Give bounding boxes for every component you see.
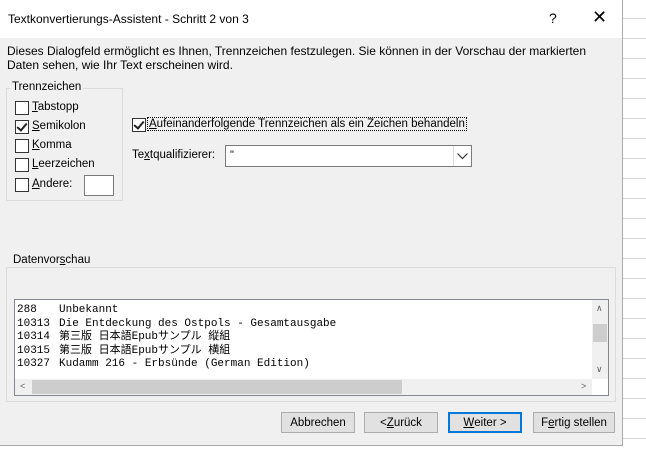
comma-label[interactable]: Komma	[32, 139, 72, 151]
semicolon-checkbox[interactable]	[15, 120, 29, 134]
consecutive-delimiters-label[interactable]: Aufeinanderfolgende Trennzeichen als ein…	[147, 117, 467, 131]
spreadsheet-background	[622, 0, 646, 457]
text-qualifier-select[interactable]: "	[225, 145, 472, 167]
horizontal-scrollbar[interactable]: < >	[15, 379, 592, 395]
space-label[interactable]: Leerzeichen	[32, 158, 95, 170]
semicolon-label[interactable]: Semikolon	[32, 120, 86, 132]
other-label[interactable]: Andere:	[32, 178, 72, 190]
tab-checkbox[interactable]	[15, 101, 29, 115]
preview-row: 10314 第三版 日本語Epubサンプル 縦組	[17, 331, 231, 344]
data-preview-box[interactable]: 288 Unbekannt 10313 Die Entdeckung des Ost…	[14, 299, 609, 396]
other-delimiter-input[interactable]	[84, 175, 114, 196]
next-button[interactable]: Weiter >	[448, 412, 522, 433]
delimiters-group-label: Trennzeichen	[10, 81, 84, 93]
preview-rows: 288 Unbekannt 10313 Die Entdeckung des Ost…	[17, 304, 336, 372]
data-preview-group-label: Datenvorschau	[11, 254, 93, 266]
title-bar[interactable]: Textkonvertierungs-Assistent - Schritt 2…	[0, 0, 622, 38]
cancel-button[interactable]: Abbrechen	[281, 412, 355, 433]
space-checkbox[interactable]	[15, 158, 29, 172]
text-qualifier-label: Textqualifizierer:	[132, 149, 216, 161]
consecutive-delimiters-checkbox[interactable]	[132, 118, 146, 132]
scroll-left-icon[interactable]: <	[20, 381, 25, 391]
preview-row: 288 Unbekannt	[17, 304, 119, 316]
text-import-wizard-dialog: Textkonvertierungs-Assistent - Schritt 2…	[0, 0, 623, 446]
back-button[interactable]: < Zurück	[364, 412, 438, 433]
preview-row: 10327 Kudamm 216 - Erbsünde (German Editi…	[17, 358, 310, 371]
scroll-up-icon[interactable]: ∧	[596, 303, 603, 314]
scroll-right-icon[interactable]: >	[581, 381, 586, 391]
vertical-scrollbar[interactable]: ∧ ∨	[592, 300, 608, 379]
finish-button[interactable]: Fe rtig stellen	[533, 412, 615, 433]
vertical-scroll-thumb[interactable]	[593, 324, 607, 342]
chevron-down-icon[interactable]	[453, 146, 471, 166]
close-icon[interactable]: ✕	[592, 8, 607, 26]
preview-row: 10315 第三版 日本語Epubサンプル 横組	[17, 344, 231, 357]
other-checkbox[interactable]	[15, 178, 29, 192]
help-button[interactable]: ?	[549, 10, 557, 26]
horizontal-scroll-thumb[interactable]	[32, 380, 402, 394]
tab-label[interactable]: Tabstopp	[32, 101, 79, 113]
text-qualifier-value: "	[230, 149, 234, 161]
preview-row: 10313 Die Entdeckung des Ostpols - Gesamt…	[17, 317, 337, 330]
dialog-description: Dieses Dialogfeld ermöglicht es Ihnen, T…	[7, 44, 586, 72]
dialog-title: Textkonvertierungs-Assistent - Schritt 2…	[8, 12, 249, 26]
comma-checkbox[interactable]	[15, 139, 29, 153]
scroll-down-icon[interactable]: ∨	[596, 364, 603, 375]
